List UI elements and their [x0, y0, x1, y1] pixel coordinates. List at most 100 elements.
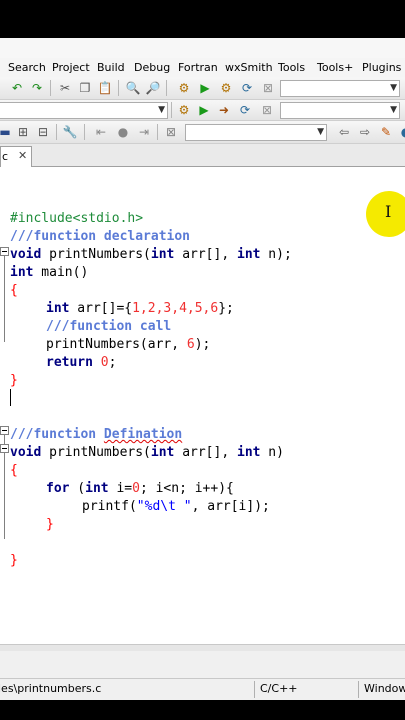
paste-icon[interactable]: 📋	[97, 80, 113, 96]
menu-fortran[interactable]: Fortran	[178, 61, 218, 74]
next-line-icon[interactable]: ⟳	[237, 102, 253, 118]
code-line-12: ///function Defination	[10, 426, 182, 444]
code-line-17: }	[46, 516, 54, 534]
menu-build[interactable]: Build	[97, 61, 125, 74]
code-text: ; i<n; i++){	[139, 481, 234, 496]
build-and-run-icon[interactable]: ⚙	[218, 80, 234, 96]
code-line-14: {	[10, 462, 18, 480]
comment: ///function	[10, 427, 104, 442]
code-text: n)	[260, 445, 284, 460]
number-literal: 6	[186, 337, 195, 352]
abort-icon[interactable]: ⊠	[260, 80, 276, 96]
code-text: arr[]={	[69, 301, 133, 316]
keyword: int	[85, 481, 109, 496]
code-text: arr[],	[174, 445, 237, 460]
code-text: i=	[108, 481, 133, 496]
undo-icon[interactable]: ↶	[9, 80, 25, 96]
fold-toggle-main[interactable]	[0, 247, 9, 256]
number-literal: 0	[132, 481, 140, 496]
code-line-8: printNumbers(arr, 6);	[46, 336, 210, 354]
code-text: );	[194, 337, 211, 352]
scope-combo[interactable]: ▼	[0, 102, 168, 119]
menu-tools[interactable]: Tools	[278, 61, 305, 74]
run-icon[interactable]: ▶	[197, 80, 213, 96]
clear-bookmarks-icon[interactable]: ⊠	[163, 124, 179, 140]
toggle-bookmark-icon[interactable]: ●	[115, 124, 131, 140]
tab-printnumbers[interactable]: c ✕	[0, 146, 32, 167]
status-file-path: les\printnumbers.c	[0, 682, 102, 695]
code-text: printNumbers(	[41, 247, 151, 262]
chevron-down-icon: ▼	[158, 105, 165, 115]
chevron-down-icon: ▼	[390, 83, 397, 93]
prev-bookmark-icon[interactable]: ⇤	[93, 124, 109, 140]
copy-icon[interactable]: ❐	[77, 80, 93, 96]
code-text: , arr[i]);	[191, 499, 270, 514]
build-target-combo[interactable]: ▼	[280, 80, 400, 97]
info-icon[interactable]: ●	[398, 124, 405, 140]
menu-tools-plus[interactable]: Tools+	[317, 61, 353, 74]
keyword: for	[46, 481, 70, 496]
toolbar-separator	[171, 102, 172, 118]
build-gear-icon[interactable]: ⚙	[176, 80, 192, 96]
code-text: };	[218, 301, 234, 316]
code-line-13: void printNumbers(int arr[], int n)	[10, 444, 284, 462]
next-bookmark-icon[interactable]: ⇥	[136, 124, 152, 140]
menu-plugins[interactable]: Plugins	[362, 61, 401, 74]
code-line-7: ///function call	[46, 318, 171, 336]
menu-bar: Search Project Build Debug Fortran wxSmi…	[0, 58, 405, 77]
code-line-1: #include<stdio.h>	[10, 210, 143, 228]
redo-icon[interactable]: ↷	[29, 80, 45, 96]
jump-back-icon[interactable]: ⇦	[336, 124, 352, 140]
fold-line	[4, 256, 5, 342]
toolbar-separator	[56, 124, 57, 140]
status-separator	[254, 681, 255, 698]
jump-forward-icon[interactable]: ⇨	[357, 124, 373, 140]
preprocessor-include: #include<stdio.h>	[10, 211, 144, 226]
toolbar-separator	[50, 80, 51, 96]
toggle-block-icon[interactable]: ⊟	[35, 124, 51, 140]
code-completion-toolbar: ▼ ⚙ ▶ ➜ ⟳ ⊠ ▼	[0, 100, 405, 121]
replace-icon[interactable]: 🔎	[145, 80, 161, 96]
keyword: int	[46, 301, 70, 316]
horizontal-scrollbar[interactable]	[0, 644, 405, 651]
code-editor[interactable]: #include<stdio.h> ///function declaratio…	[0, 167, 405, 644]
code-text: printNumbers(arr,	[46, 337, 187, 352]
search-combo[interactable]: ▼	[185, 124, 327, 141]
code-text: printf(	[82, 499, 137, 514]
block-icon[interactable]: ⊞	[15, 124, 31, 140]
function-combo[interactable]: ▼	[280, 102, 400, 119]
highlight-icon[interactable]: ✎	[378, 124, 394, 140]
number-literal: 1,2,3,4,5,6	[132, 301, 219, 316]
comment-icon[interactable]: ▬	[0, 124, 13, 140]
code-line-16: printf("%d\t ", arr[i]);	[82, 498, 270, 516]
codeblocks-window: Search Project Build Debug Fortran wxSmi…	[0, 38, 405, 700]
toolbar-separator	[157, 124, 158, 140]
stop-debug-icon[interactable]: ⊠	[259, 102, 275, 118]
menu-wxsmith[interactable]: wxSmith	[225, 61, 273, 74]
jump-toolbar: ▬ ⊞ ⊟ 🔧 ⇤ ● ⇥ ⊠ ▼ ⇦ ⇨ ✎ ●	[0, 121, 405, 144]
menu-project[interactable]: Project	[52, 61, 90, 74]
close-icon[interactable]: ✕	[18, 149, 27, 162]
menu-debug[interactable]: Debug	[134, 61, 170, 74]
fold-toggle-printnumbers[interactable]	[0, 426, 9, 435]
brace: }	[46, 517, 54, 532]
rebuild-icon[interactable]: ⟳	[239, 80, 255, 96]
find-icon[interactable]: 🔍	[125, 80, 141, 96]
wrench-icon[interactable]: 🔧	[62, 124, 78, 140]
symbol-gear-icon[interactable]: ⚙	[176, 102, 192, 118]
debug-run-icon[interactable]: ▶	[196, 102, 212, 118]
menu-search[interactable]: Search	[8, 61, 46, 74]
toolbar-separator	[118, 80, 119, 96]
cut-icon[interactable]: ✂	[57, 80, 73, 96]
editor-tabbar: c ✕	[0, 144, 405, 167]
run-to-cursor-icon[interactable]: ➜	[216, 102, 232, 118]
comment: ///function declaration	[10, 229, 191, 244]
status-language: C/C++	[260, 682, 298, 695]
text-caret	[10, 389, 11, 406]
code-line-15: for (int i=0; i<n; i++){	[46, 480, 234, 498]
keyword: int	[237, 247, 261, 262]
code-line-3: void printNumbers(int arr[], int n);	[10, 246, 292, 264]
toolbar-separator	[84, 124, 85, 140]
fold-toggle-for[interactable]	[0, 444, 9, 453]
main-toolbar: ↶ ↷ ✂ ❐ 📋 🔍 🔎 ⚙ ▶ ⚙ ⟳ ⊠ ▼	[0, 77, 405, 100]
